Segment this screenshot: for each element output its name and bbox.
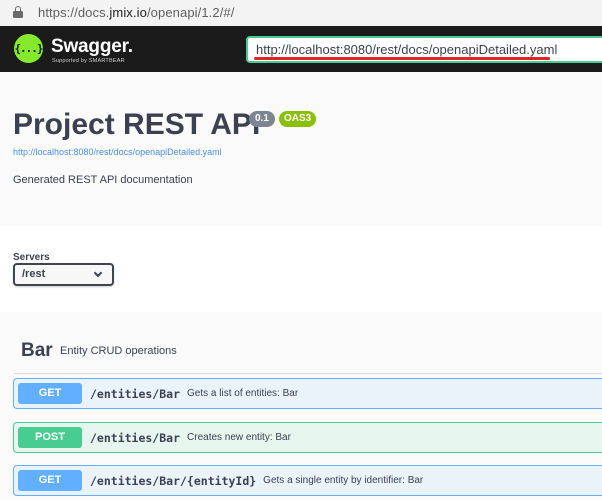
lock-icon — [13, 6, 23, 19]
browser-url[interactable]: https://docs.jmix.io/openapi/1.2/#/ — [38, 5, 234, 20]
method-badge: POST — [18, 427, 82, 448]
servers-selected-value: /rest — [22, 268, 46, 280]
tag-name[interactable]: Bar — [21, 340, 53, 362]
chevron-down-icon — [93, 268, 103, 278]
operation-summary: Creates new entity: Bar — [187, 432, 291, 443]
page-title: Project REST API — [13, 108, 261, 141]
browser-address-bar[interactable]: https://docs.jmix.io/openapi/1.2/#/ — [0, 0, 602, 26]
operation-path: /entities/Bar/{entityId} — [90, 473, 257, 488]
operation-path: /entities/Bar — [90, 386, 181, 401]
opblock-get-entities-bar-id[interactable]: GET /entities/Bar/{entityId} Gets a sing… — [13, 465, 602, 496]
method-badge: GET — [18, 383, 82, 404]
highlight-underline — [254, 57, 550, 60]
opblock-post-entities-bar[interactable]: POST /entities/Bar Creates new entity: B… — [13, 422, 602, 453]
swagger-logo-icon[interactable]: {...} — [14, 34, 44, 63]
method-badge: GET — [18, 470, 82, 491]
opblock-get-entities-bar[interactable]: GET /entities/Bar Gets a list of entitie… — [13, 378, 602, 409]
swagger-brand[interactable]: Swagger. — [51, 36, 133, 58]
operation-path: /entities/Bar — [90, 430, 181, 445]
servers-select[interactable]: /rest — [13, 263, 114, 286]
tag-description: Entity CRUD operations — [60, 345, 177, 357]
version-badge: 0.1 — [249, 111, 275, 127]
operation-summary: Gets a list of entities: Bar — [187, 388, 299, 399]
operation-summary: Gets a single entity by identifier: Bar — [263, 475, 424, 486]
api-description: Generated REST API documentation — [13, 174, 193, 186]
swagger-brand-sub: Supported by SMARTBEAR — [52, 58, 125, 64]
oas-badge: OAS3 — [279, 111, 317, 127]
spec-link[interactable]: http://localhost:8080/rest/docs/openapiD… — [13, 147, 222, 157]
servers-label: Servers — [13, 252, 50, 263]
